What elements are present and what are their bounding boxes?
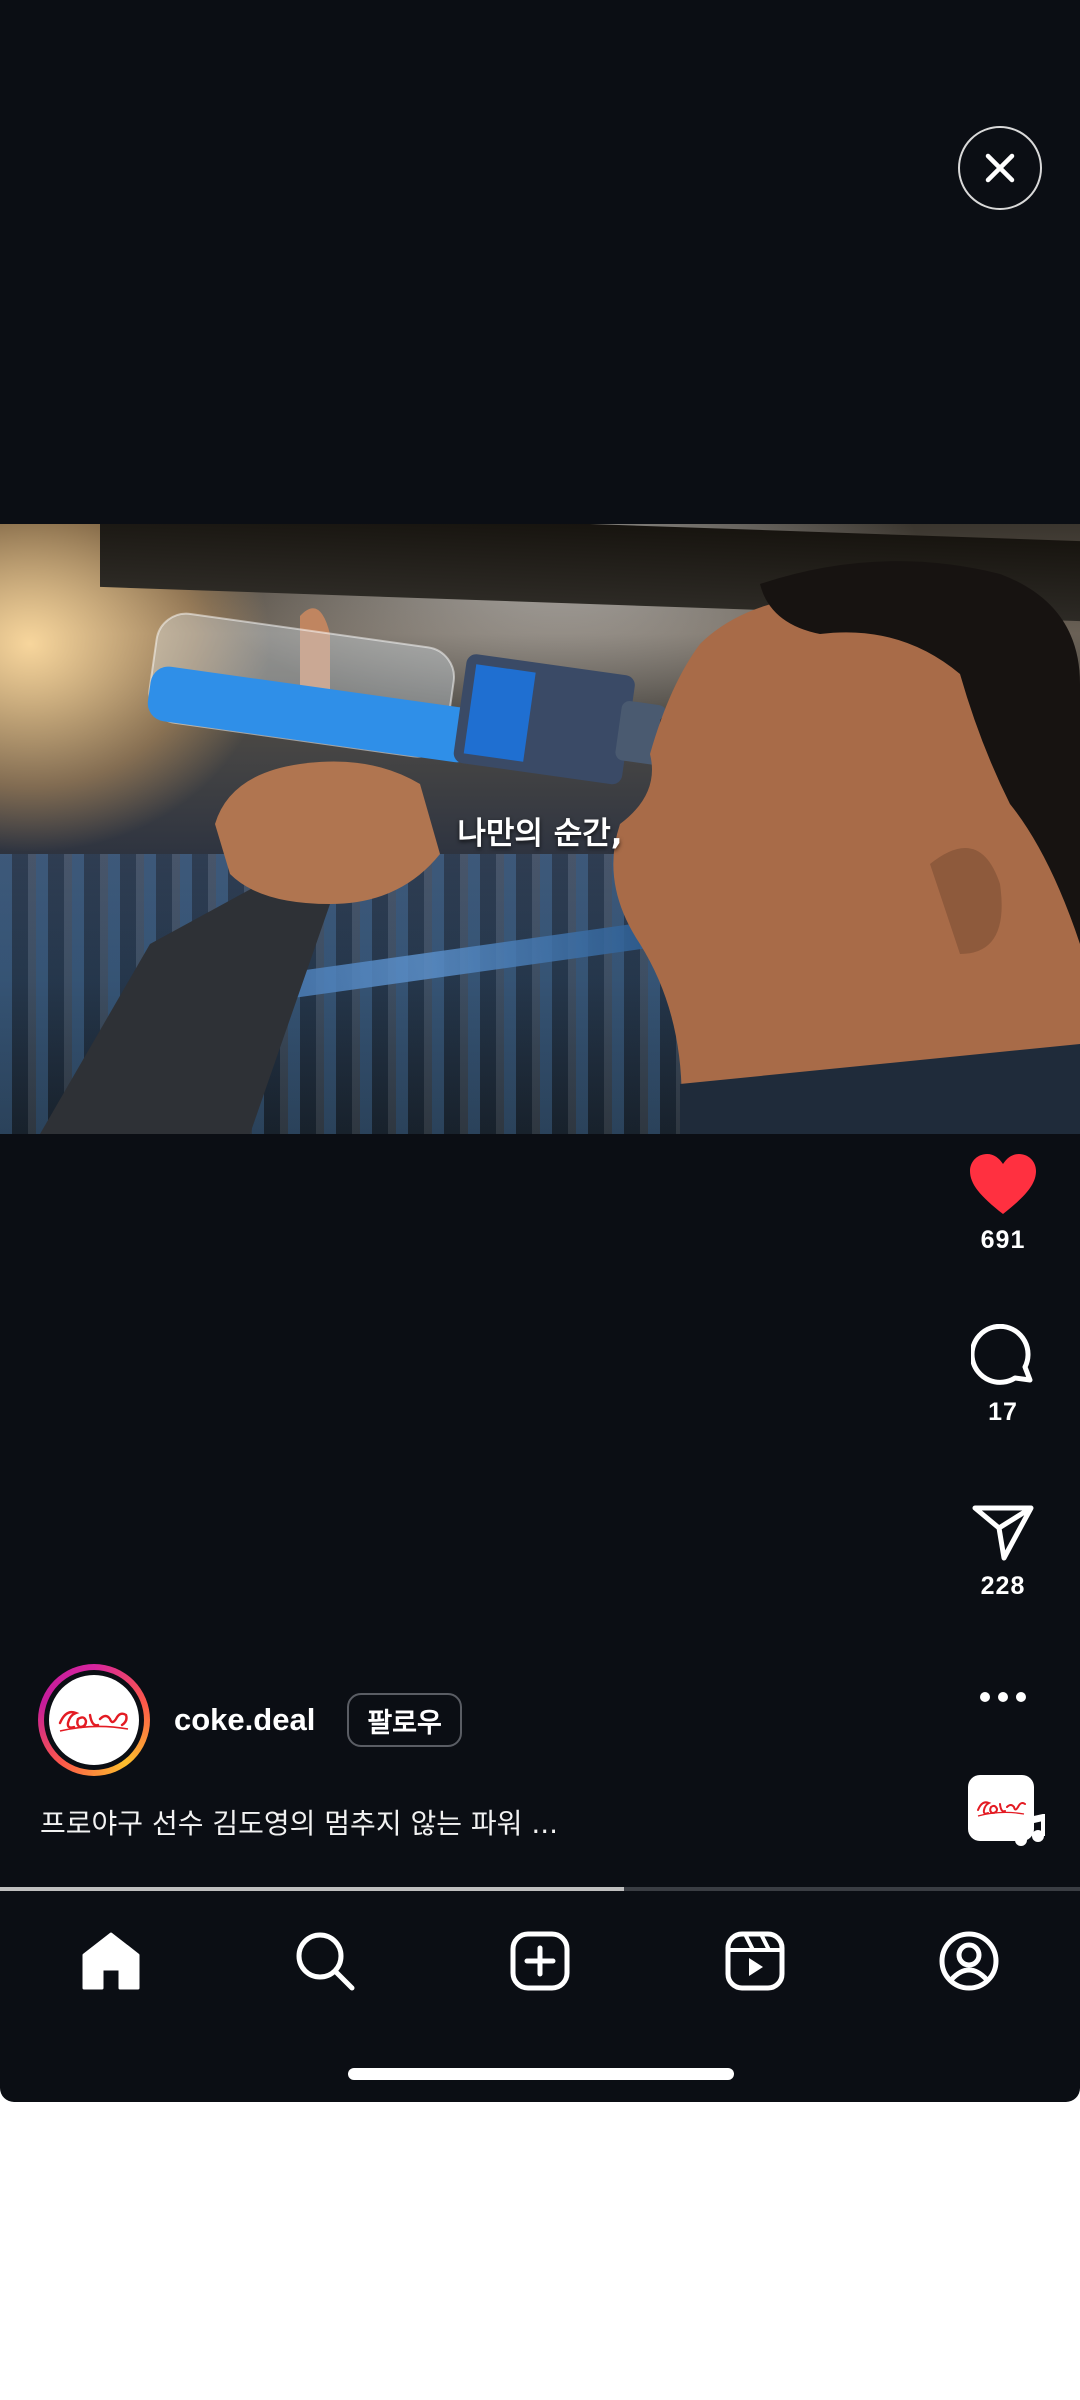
more-icon[interactable] [978, 1690, 1028, 1704]
nav-reels[interactable] [705, 1911, 805, 2011]
reels-icon [725, 1931, 785, 1991]
heart-icon[interactable] [968, 1152, 1038, 1216]
close-icon [985, 153, 1015, 183]
more-options[interactable] [960, 1690, 1046, 1704]
like-count: 691 [980, 1226, 1026, 1254]
post-caption[interactable]: 프로야구 선수 김도영의 멈추지 않는 파워 ... [40, 1802, 558, 1842]
profile-icon [939, 1931, 999, 1991]
author-row: coke.deal 팔로우 [38, 1664, 462, 1776]
share-count: 228 [980, 1572, 1026, 1600]
nav-home[interactable] [61, 1911, 161, 2011]
nav-create[interactable] [490, 1911, 590, 2011]
video-subtitle: 나만의 순간, [457, 816, 623, 852]
send-icon[interactable] [971, 1502, 1035, 1562]
music-note-icon [1015, 1814, 1045, 1846]
share-action[interactable]: 228 [960, 1502, 1046, 1601]
home-icon [82, 1932, 140, 1990]
nav-profile[interactable] [919, 1911, 1019, 2011]
avatar[interactable] [38, 1664, 150, 1776]
username[interactable]: coke.deal [174, 1702, 315, 1738]
nav-search[interactable] [275, 1911, 375, 2011]
bottom-navigation [0, 1891, 1080, 2021]
close-button[interactable] [958, 126, 1042, 210]
like-action[interactable]: 691 [960, 1152, 1046, 1255]
follow-button[interactable]: 팔로우 [347, 1693, 462, 1747]
create-icon [510, 1931, 570, 1991]
coca-cola-logo [49, 1675, 139, 1765]
comment-count: 17 [988, 1398, 1018, 1426]
comment-action[interactable]: 17 [960, 1324, 1046, 1427]
comment-icon[interactable] [971, 1324, 1035, 1388]
search-icon [296, 1932, 355, 1991]
home-indicator[interactable] [348, 2068, 734, 2080]
reels-screen: 나만의 순간, 691 17 228 coke.deal 팔로우 프로야구 선수… [0, 0, 1080, 2102]
